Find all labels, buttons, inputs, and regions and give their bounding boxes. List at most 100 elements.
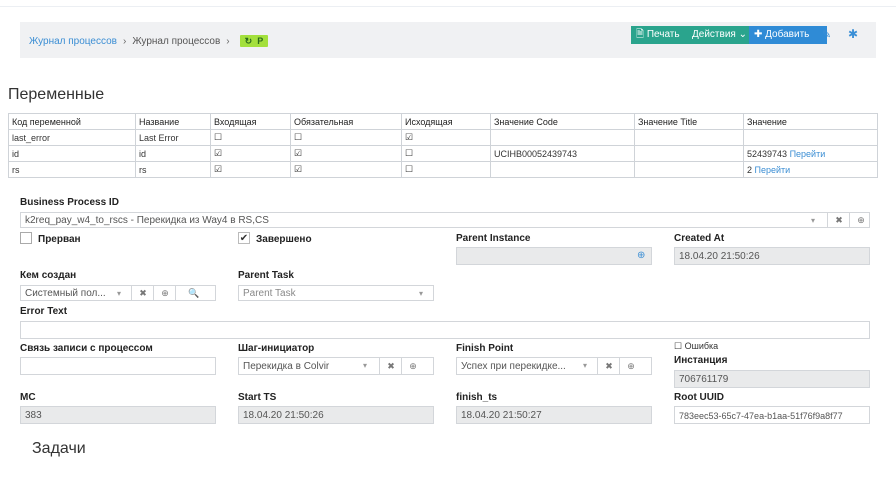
actions-label: Действия bbox=[692, 29, 736, 40]
initiator-select[interactable]: Перекидка в Colvir ▾ ✖ ⊕ bbox=[238, 357, 434, 375]
cell-value-code: UCIHB00052439743 bbox=[490, 145, 635, 162]
section-title-tasks: Задачи bbox=[32, 440, 86, 457]
parent-task-label: Parent Task bbox=[238, 270, 294, 281]
table-row[interactable]: last_error Last Error ☐ ☐ ☑ bbox=[8, 129, 878, 146]
column-header: Название bbox=[135, 113, 211, 130]
bp-id-label: Business Process ID bbox=[20, 197, 119, 208]
top-divider bbox=[0, 6, 896, 7]
finish-point-label: Finish Point bbox=[456, 343, 514, 354]
breadcrumb-separator-icon: › bbox=[122, 35, 127, 47]
print-icon: 🗎 bbox=[636, 29, 645, 40]
print-button[interactable]: 🗎 Печать bbox=[631, 26, 695, 44]
column-header: Значение Title bbox=[634, 113, 744, 130]
print-label: Печать bbox=[646, 29, 680, 40]
add-label: Добавить bbox=[765, 29, 810, 40]
table-row[interactable]: id id ☑ ☑ ☐ UCIHB00052439743 52439743 Пе… bbox=[8, 145, 878, 162]
breadcrumb-link[interactable]: Журнал процессов bbox=[29, 36, 117, 47]
cell-value-code bbox=[490, 161, 635, 178]
instance-label: Инстанция bbox=[674, 355, 728, 366]
cell-code: rs bbox=[8, 161, 136, 178]
checkmark-icon: ✔ bbox=[239, 233, 249, 244]
completed-label: Завершено bbox=[256, 234, 312, 245]
status-chip[interactable]: ↻ Р bbox=[239, 35, 269, 47]
column-header: Входящая bbox=[210, 113, 291, 130]
checkbox-checked-icon: ☑ bbox=[294, 148, 303, 158]
root-uuid-label: Root UUID bbox=[674, 392, 724, 403]
clear-icon[interactable]: ✖ bbox=[597, 358, 620, 374]
checkbox-empty-icon: ☐ bbox=[674, 341, 683, 351]
bp-id-select[interactable]: k2req_pay_w4_to_rscs - Перекидка из Way4… bbox=[20, 212, 870, 228]
parent-task-select[interactable]: Parent Task ▾ bbox=[238, 285, 434, 301]
cell-name: id bbox=[135, 145, 211, 162]
cell-value bbox=[743, 129, 878, 146]
finish-ts-label: finish_ts bbox=[456, 392, 498, 403]
edit-icon[interactable]: ✎ bbox=[822, 28, 831, 41]
open-icon[interactable]: ⊕ bbox=[153, 286, 176, 300]
open-icon[interactable]: ⊕ bbox=[619, 358, 642, 374]
column-header: Обязательная bbox=[290, 113, 402, 130]
mc-label: MC bbox=[20, 392, 36, 403]
interrupted-label: Прерван bbox=[38, 234, 81, 245]
clear-icon[interactable]: ✖ bbox=[379, 358, 402, 374]
gear-icon[interactable]: ✱ bbox=[848, 27, 858, 41]
column-header: Значение Code bbox=[490, 113, 635, 130]
checkbox-checked-icon: ☑ bbox=[294, 164, 303, 174]
column-header: Значение bbox=[743, 113, 878, 130]
open-icon[interactable]: ⊕ bbox=[849, 213, 869, 227]
variables-table: Код переменной Название Входящая Обязате… bbox=[8, 113, 878, 178]
checkbox-empty-icon: ☐ bbox=[294, 132, 303, 142]
cell-value-text: 52439743 bbox=[747, 148, 788, 159]
checkbox-checked-icon: ☑ bbox=[214, 164, 223, 174]
completed-checkbox[interactable]: ✔ bbox=[238, 232, 250, 244]
add-button[interactable]: ✚ Добавить bbox=[749, 26, 827, 44]
parent-instance-label: Parent Instance bbox=[456, 233, 531, 244]
initiator-value: Перекидка в Colvir bbox=[243, 361, 330, 372]
finish-point-select[interactable]: Успех при перекидке... ▾ ✖ ⊕ bbox=[456, 357, 652, 375]
created-at-field: 18.04.20 21:50:26 bbox=[674, 247, 870, 265]
cell-value-title bbox=[634, 129, 744, 146]
navigate-icon[interactable]: ⊕ bbox=[637, 248, 645, 264]
created-by-select[interactable]: Системный пол... ▾ ✖ ⊕ 🔍 bbox=[20, 285, 216, 301]
search-icon[interactable]: 🔍 bbox=[175, 286, 212, 300]
cell-value: 2 Перейти bbox=[743, 161, 878, 178]
column-header: Исходящая bbox=[401, 113, 491, 130]
initiator-label: Шаг-инициатор bbox=[238, 343, 315, 354]
table-header-row: Код переменной Название Входящая Обязате… bbox=[8, 113, 878, 130]
cell-value-code bbox=[490, 129, 635, 146]
checkbox-checked-icon: ☑ bbox=[405, 132, 414, 142]
cell-value-text: 2 bbox=[747, 164, 753, 175]
cell-code: id bbox=[8, 145, 136, 162]
open-icon[interactable]: ⊕ bbox=[401, 358, 424, 374]
cell-code: last_error bbox=[8, 129, 136, 146]
error-text-input[interactable] bbox=[20, 321, 870, 339]
interrupted-checkbox[interactable] bbox=[20, 232, 32, 244]
cell-value-title bbox=[634, 145, 744, 162]
goto-link[interactable]: Перейти bbox=[790, 149, 826, 159]
checkbox-empty-icon: ☐ bbox=[214, 132, 223, 142]
goto-link[interactable]: Перейти bbox=[755, 165, 791, 175]
chevron-down-icon: ▾ bbox=[811, 216, 816, 225]
error-text-label: Error Text bbox=[20, 306, 68, 317]
finish-point-value: Успех при перекидке... bbox=[461, 361, 566, 372]
clear-icon[interactable]: ✖ bbox=[827, 213, 850, 227]
cell-value-title bbox=[634, 161, 744, 178]
error-checkbox-row[interactable]: ☐ Ошибка bbox=[674, 341, 718, 352]
checkbox-checked-icon: ☑ bbox=[214, 148, 223, 158]
parent-instance-field[interactable]: ⊕ bbox=[456, 247, 652, 265]
table-row[interactable]: rs rs ☑ ☑ ☐ 2 Перейти bbox=[8, 161, 878, 178]
process-link-input[interactable] bbox=[20, 357, 216, 375]
parent-task-placeholder: Parent Task bbox=[243, 288, 296, 299]
error-checkbox-label: Ошибка bbox=[684, 341, 719, 351]
chevron-down-icon: ▾ bbox=[117, 289, 122, 298]
created-by-value: Системный пол... bbox=[25, 288, 106, 299]
clear-icon[interactable]: ✖ bbox=[131, 286, 154, 300]
root-uuid-field[interactable]: 783eec53-65c7-47ea-b1aa-51f76f9a8f77 bbox=[674, 406, 870, 424]
checkbox-empty-icon: ☐ bbox=[405, 148, 414, 158]
chevron-down-icon: ▾ bbox=[419, 289, 424, 298]
actions-button[interactable]: Действия ⌄ bbox=[687, 26, 757, 44]
cell-value: 52439743 Перейти bbox=[743, 145, 878, 162]
section-title-variables: Переменные bbox=[8, 86, 105, 103]
breadcrumb-current: Журнал процессов bbox=[132, 35, 221, 47]
process-link-label: Связь записи с процессом bbox=[20, 343, 153, 354]
chevron-down-icon: ▾ bbox=[363, 361, 368, 370]
